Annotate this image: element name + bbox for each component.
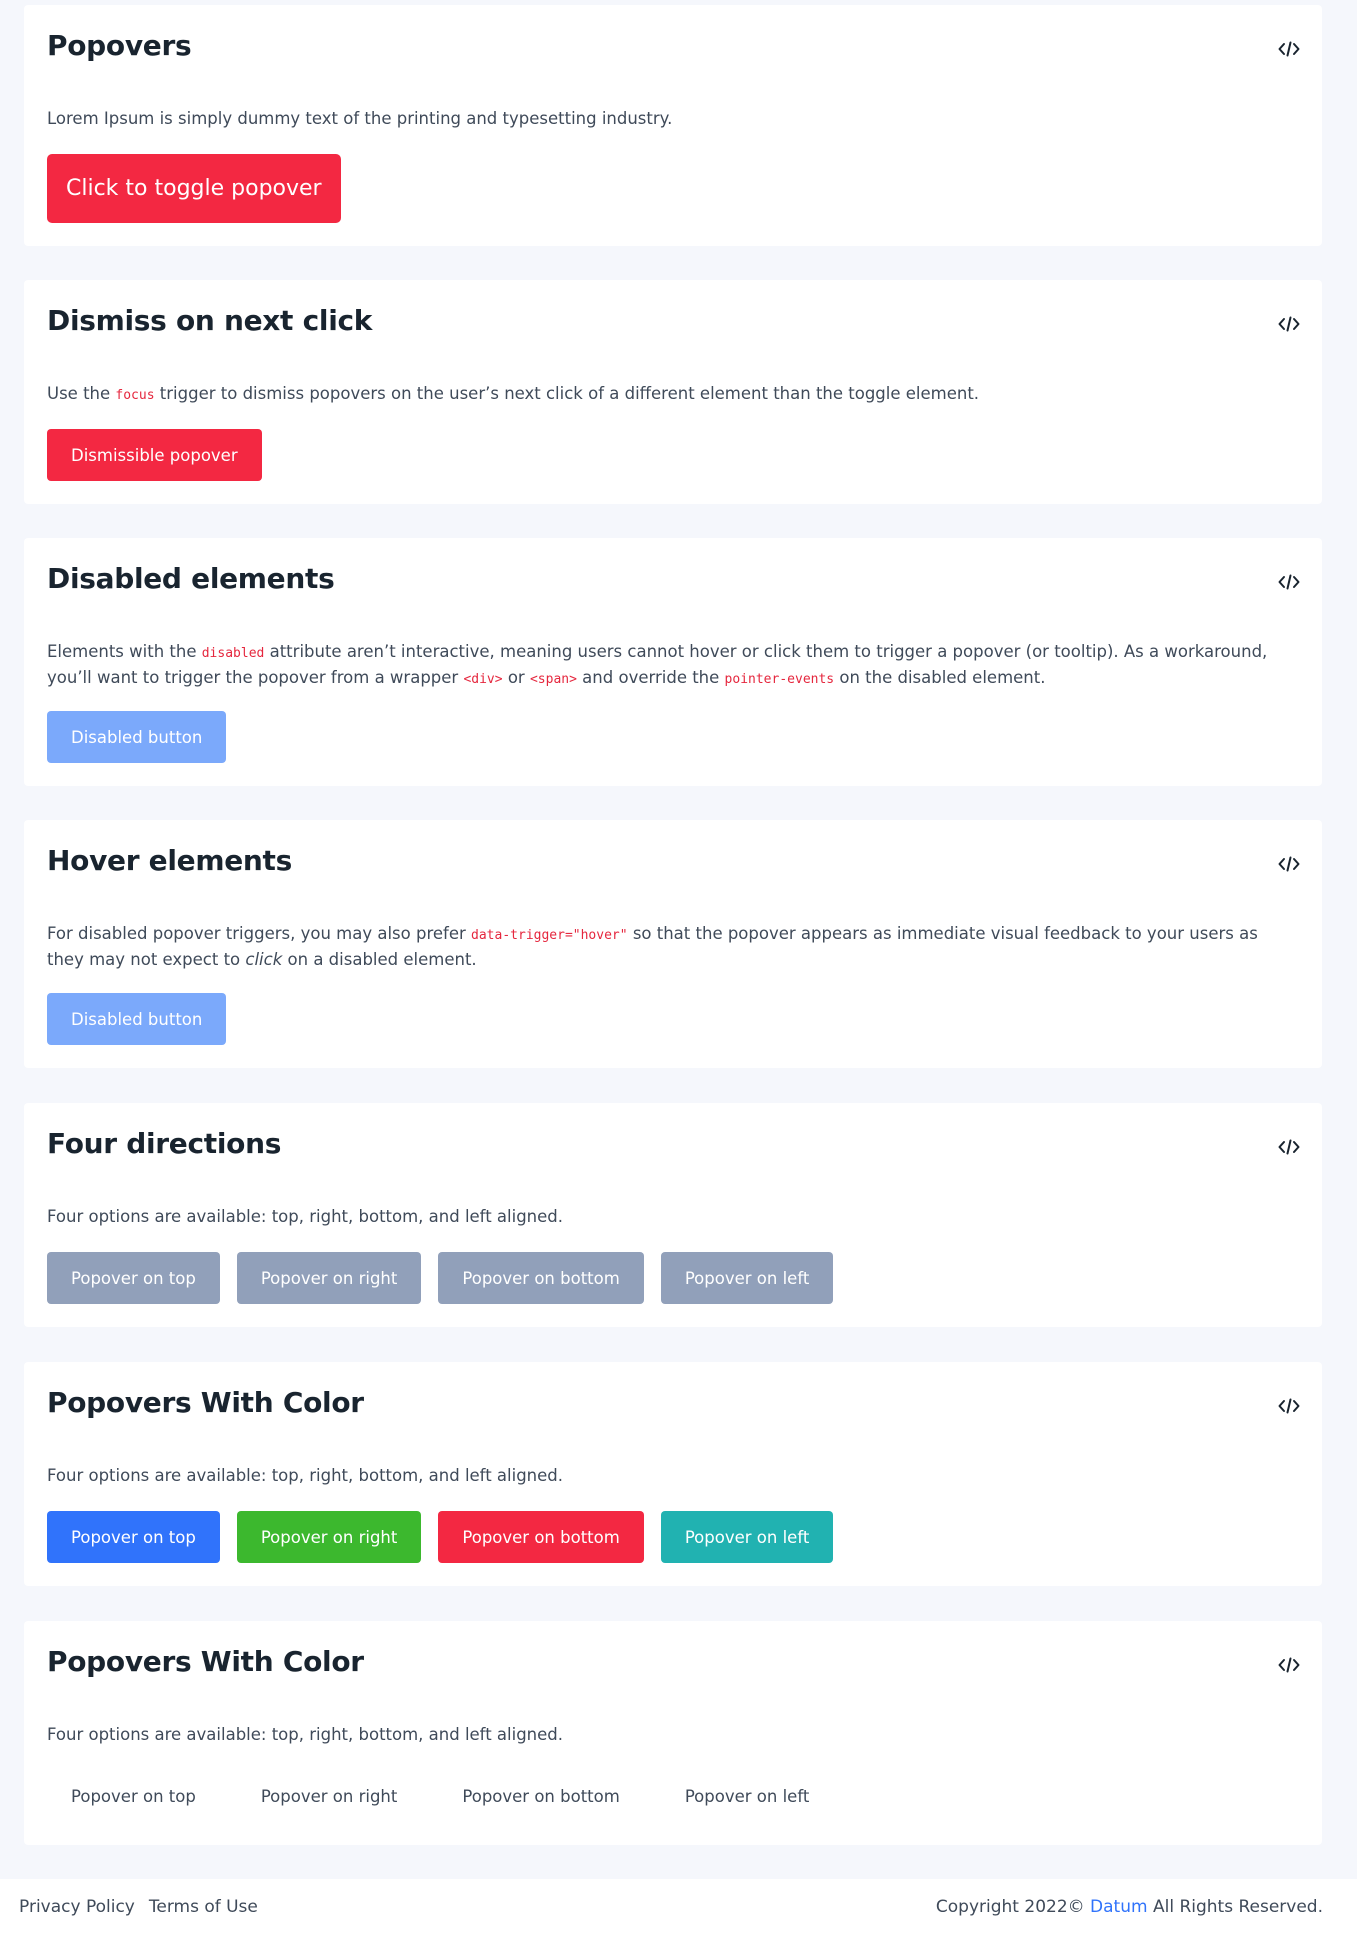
card-title: Popovers: [47, 29, 192, 62]
card-description: Four options are available: top, right, …: [47, 1207, 563, 1226]
disabled-button[interactable]: Disabled button: [47, 993, 227, 1045]
card-title: Popovers With Color: [47, 1386, 364, 1419]
copyright: Copyright 2022© Datum All Rights Reserve…: [936, 1897, 1323, 1917]
code-icon[interactable]: [1276, 1137, 1302, 1157]
popover-top-button[interactable]: Popover on top: [47, 1511, 220, 1563]
popovers-color-card: Popovers With Color Four options are ava…: [24, 1362, 1322, 1586]
card-description: Use the focus trigger to dismiss popover…: [47, 384, 980, 403]
disabled-elements-card: Disabled elements Elements with the disa…: [24, 538, 1322, 786]
card-title: Hover elements: [47, 844, 292, 877]
card-description: Four options are available: top, right, …: [47, 1725, 563, 1744]
card-description: For disabled popover triggers, you may a…: [47, 924, 1258, 969]
inline-code: <div>: [463, 672, 503, 687]
popover-right-button[interactable]: Popover on right: [237, 1770, 422, 1822]
terms-of-use-link[interactable]: Terms of Use: [149, 1897, 258, 1917]
card-title: Four directions: [47, 1127, 282, 1160]
card-title: Popovers With Color: [47, 1645, 364, 1678]
inline-code: <span>: [529, 672, 577, 687]
popovers-card: Popovers Lorem Ipsum is simply dummy tex…: [24, 5, 1322, 246]
popover-left-button[interactable]: Popover on left: [661, 1770, 834, 1822]
brand-link[interactable]: Datum: [1090, 1897, 1148, 1917]
popover-top-button[interactable]: Popover on top: [47, 1770, 220, 1822]
inline-code: pointer-events: [724, 672, 835, 687]
copyright-suffix: All Rights Reserved.: [1147, 1897, 1323, 1917]
four-directions-card: Four directions Four options are availab…: [24, 1103, 1322, 1327]
card-description: Lorem Ipsum is simply dummy text of the …: [47, 109, 673, 128]
copyright-prefix: Copyright 2022©: [935, 1897, 1091, 1917]
code-icon[interactable]: [1276, 314, 1302, 334]
card-description: Elements with the disabled attribute are…: [47, 642, 1268, 687]
popover-left-button[interactable]: Popover on left: [660, 1252, 834, 1304]
card-title: Dismiss on next click: [47, 304, 373, 337]
disabled-button[interactable]: Disabled button: [47, 711, 227, 763]
privacy-policy-link[interactable]: Privacy Policy: [19, 1897, 135, 1917]
inline-code: focus: [115, 388, 155, 403]
code-icon[interactable]: [1276, 572, 1302, 592]
card-description: Four options are available: top, right, …: [47, 1466, 563, 1485]
code-icon[interactable]: [1276, 854, 1302, 874]
inline-code: disabled: [201, 646, 265, 661]
popover-right-button[interactable]: Popover on right: [236, 1511, 422, 1563]
footer-links: Privacy Policy Terms of Use: [19, 1897, 258, 1917]
toggle-popover-button[interactable]: Click to toggle popover: [47, 154, 341, 223]
footer: Privacy Policy Terms of Use Copyright 20…: [0, 1879, 1357, 1938]
popover-left-button[interactable]: Popover on left: [660, 1511, 834, 1563]
dismiss-card: Dismiss on next click Use the focus trig…: [24, 280, 1322, 504]
card-title: Disabled elements: [47, 562, 335, 595]
popover-top-button[interactable]: Popover on top: [47, 1252, 220, 1304]
hover-elements-card: Hover elements For disabled popover trig…: [24, 820, 1322, 1068]
popover-bottom-button[interactable]: Popover on bottom: [438, 1252, 644, 1304]
code-icon[interactable]: [1276, 1396, 1302, 1416]
popovers-color-link-card: Popovers With Color Four options are ava…: [24, 1621, 1322, 1845]
popover-bottom-button[interactable]: Popover on bottom: [438, 1770, 643, 1822]
popover-bottom-button[interactable]: Popover on bottom: [438, 1511, 644, 1563]
inline-code: data-trigger="hover": [471, 928, 628, 943]
code-icon[interactable]: [1276, 1655, 1302, 1675]
dismissible-popover-button[interactable]: Dismissible popover: [47, 429, 262, 481]
popover-right-button[interactable]: Popover on right: [236, 1252, 422, 1304]
code-icon[interactable]: [1276, 39, 1302, 59]
